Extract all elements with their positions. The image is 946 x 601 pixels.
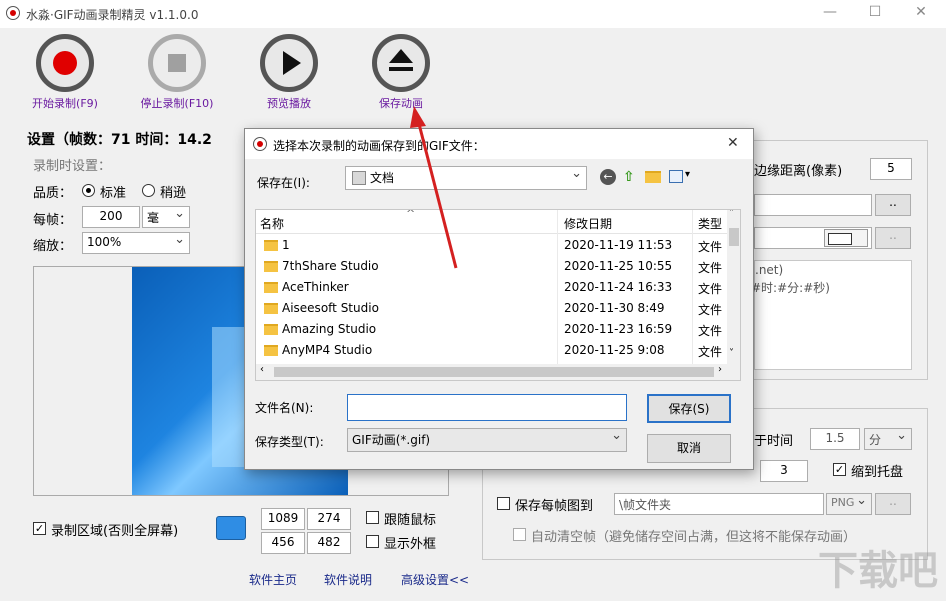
annotation-arrow [410, 106, 458, 269]
